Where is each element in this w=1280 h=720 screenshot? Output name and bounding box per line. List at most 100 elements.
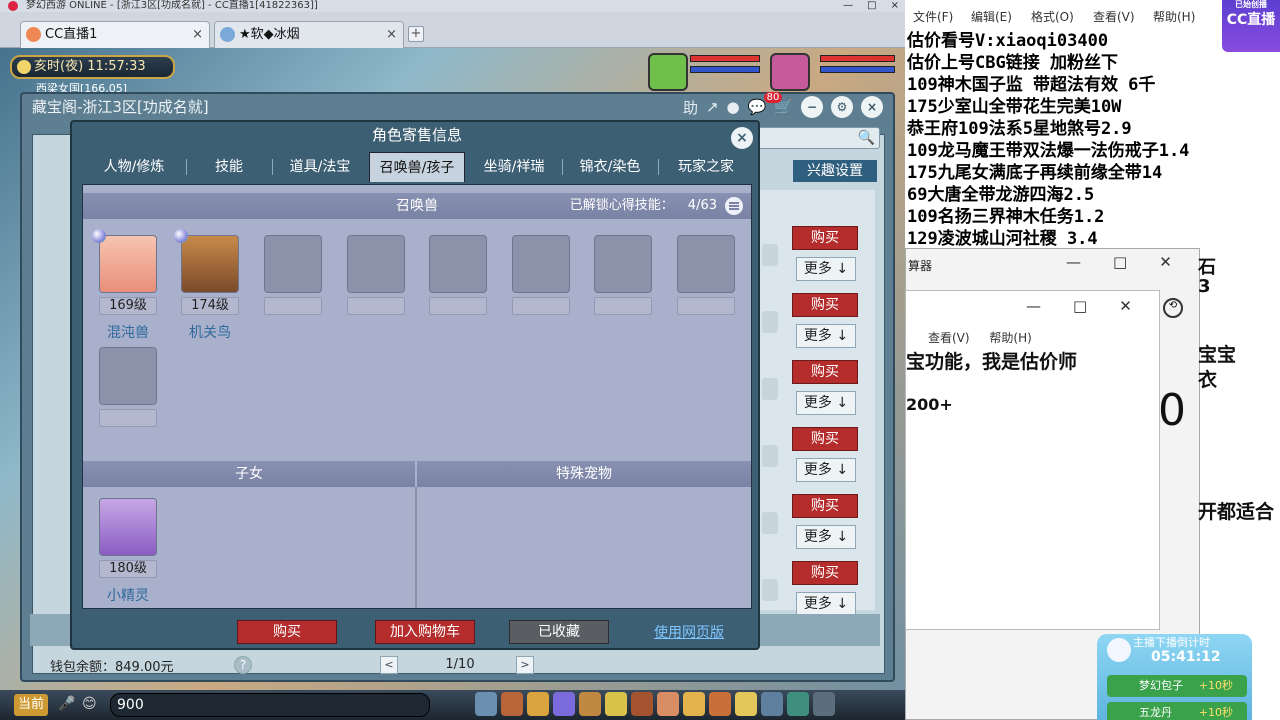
close-panel-button[interactable]: × xyxy=(861,96,883,118)
empty-pet-slot xyxy=(347,235,405,293)
message-icon[interactable]: 💬 80 xyxy=(748,92,783,116)
empty-pet-slot xyxy=(594,235,652,293)
browser-tabs: CC直播1 × ★软◆冰烟 × + xyxy=(0,12,905,48)
listing-icon xyxy=(762,244,778,266)
settings-gear-icon[interactable]: ⚙ xyxy=(831,96,853,118)
tab-summons[interactable]: 召唤兽/孩子 xyxy=(369,152,465,182)
quick-icon[interactable] xyxy=(657,692,679,716)
menu-icon[interactable] xyxy=(725,197,743,215)
quick-icon[interactable] xyxy=(501,692,523,716)
help-icon[interactable]: ? xyxy=(234,656,252,674)
microphone-icon[interactable]: 🎤 xyxy=(58,696,75,712)
child-slot-xiaojingling[interactable] xyxy=(99,498,157,556)
buy-button[interactable]: 购买 xyxy=(792,494,858,518)
buy-button[interactable]: 购买 xyxy=(792,360,858,384)
buy-button[interactable]: 购买 xyxy=(792,293,858,317)
maximize-icon[interactable]: □ xyxy=(1073,297,1087,315)
interest-settings-button[interactable]: 兴趣设置 xyxy=(792,159,878,183)
menu-format[interactable]: 格式(O) xyxy=(1031,8,1074,25)
more-button[interactable]: 更多 ↓ xyxy=(796,525,856,549)
more-button[interactable]: 更多 ↓ xyxy=(796,257,856,281)
quick-icon[interactable] xyxy=(553,692,575,716)
tab-account[interactable]: ★软◆冰烟 × xyxy=(214,21,404,48)
quick-icon[interactable] xyxy=(761,692,783,716)
pet-level: 174级 xyxy=(181,297,239,315)
current-channel-button[interactable]: 当前 xyxy=(14,694,48,716)
tab-items[interactable]: 道具/法宝 xyxy=(273,152,367,182)
child-name[interactable]: 小精灵 xyxy=(93,585,163,605)
pet-name[interactable]: 混沌兽 xyxy=(93,322,163,342)
note-line: 109龙马魔王带双法爆一法伤戒子1.4 xyxy=(907,141,1190,161)
record-icon[interactable]: ● xyxy=(727,98,740,116)
player-avatar[interactable] xyxy=(770,53,810,91)
minimize-icon[interactable]: — xyxy=(843,0,853,12)
buy-button[interactable]: 购买 xyxy=(792,561,858,585)
tab-cc-live[interactable]: CC直播1 × xyxy=(20,21,210,48)
tab-mounts[interactable]: 坐骑/祥瑞 xyxy=(467,152,561,182)
close-icon[interactable]: ✕ xyxy=(1159,253,1172,271)
quick-icon[interactable] xyxy=(527,692,549,716)
close-tab-icon[interactable]: × xyxy=(192,22,203,47)
emoji-icon[interactable]: 😊 xyxy=(82,696,97,712)
buy-button[interactable]: 购买 xyxy=(792,427,858,451)
buy-button[interactable]: 购买 xyxy=(792,226,858,250)
buy-button[interactable]: 购买 xyxy=(237,620,337,644)
maximize-icon[interactable]: □ xyxy=(867,0,876,12)
gift-row[interactable]: 五龙丹 +10秒 xyxy=(1107,702,1247,720)
quick-icon[interactable] xyxy=(709,692,731,716)
quick-icon[interactable] xyxy=(735,692,757,716)
new-tab-button[interactable]: + xyxy=(408,26,424,42)
account-tab-icon xyxy=(220,27,235,42)
close-icon[interactable]: × xyxy=(891,0,899,12)
pet-slot-jiguanniao[interactable] xyxy=(181,235,239,293)
tab-character[interactable]: 人物/修炼 xyxy=(82,152,186,182)
quick-icon[interactable] xyxy=(787,692,809,716)
maximize-icon[interactable]: □ xyxy=(1113,253,1127,271)
more-button[interactable]: 更多 ↓ xyxy=(796,592,856,616)
close-tab-icon[interactable]: × xyxy=(386,22,397,47)
dialog-footer: 购买 加入购物车 已收藏 使用网页版 xyxy=(72,618,762,652)
search-icon[interactable]: 🔍 xyxy=(858,130,875,146)
more-button[interactable]: 更多 ↓ xyxy=(796,458,856,482)
quick-icon[interactable] xyxy=(683,692,705,716)
history-icon[interactable]: ⟲ xyxy=(1163,298,1183,318)
more-button[interactable]: 更多 ↓ xyxy=(796,391,856,415)
more-button[interactable]: 更多 ↓ xyxy=(796,324,856,348)
gift-row[interactable]: 梦幻包子 +10秒 xyxy=(1107,675,1247,697)
tab-outfits[interactable]: 锦衣/染色 xyxy=(563,152,657,182)
pet-name[interactable]: 机关鸟 xyxy=(175,322,245,342)
menu-help[interactable]: 帮助(H) xyxy=(1153,8,1195,25)
pet-hp-bar xyxy=(690,55,760,62)
note-line: 109名扬三界神木任务1.2 xyxy=(907,207,1105,227)
calculator-menu: 查看(V) 帮助(H) xyxy=(906,329,1032,346)
menu-edit[interactable]: 编辑(E) xyxy=(971,8,1012,25)
prev-page-button[interactable]: < xyxy=(380,656,398,674)
menu-view[interactable]: 查看(V) xyxy=(1093,8,1135,25)
background-text: 3 xyxy=(1198,276,1211,297)
pet-slot-hundun[interactable] xyxy=(99,235,157,293)
menu-view[interactable]: 查看(V) xyxy=(928,331,970,345)
help-button[interactable]: 助 xyxy=(683,97,698,118)
quick-icon[interactable] xyxy=(605,692,627,716)
quick-icon[interactable] xyxy=(631,692,653,716)
tab-skills[interactable]: 技能 xyxy=(187,152,271,182)
pet-avatar[interactable] xyxy=(648,53,688,91)
quick-icon[interactable] xyxy=(579,692,601,716)
tab-player-home[interactable]: 玩家之家 xyxy=(659,152,753,182)
menu-help[interactable]: 帮助(H) xyxy=(989,331,1031,345)
chat-input[interactable]: 900 xyxy=(110,693,430,717)
quick-icon[interactable] xyxy=(813,692,835,716)
menu-file[interactable]: 文件(F) xyxy=(913,8,953,25)
add-to-cart-button[interactable]: 加入购物车 xyxy=(375,620,475,644)
minimize-icon[interactable]: — xyxy=(1066,253,1081,271)
dialog-close-button[interactable]: × xyxy=(731,127,753,149)
notepad-text-area[interactable]: 估价看号V:xiaoqi03400 估价上号CBG链接 加粉丝下 109神木国子… xyxy=(907,30,1280,250)
favorited-button[interactable]: 已收藏 xyxy=(509,620,609,644)
share-icon[interactable]: ↗ xyxy=(706,98,719,116)
minimize-panel-button[interactable]: − xyxy=(801,96,823,118)
minimize-icon[interactable]: — xyxy=(1026,297,1041,315)
quick-icon[interactable] xyxy=(475,692,497,716)
use-web-version-link[interactable]: 使用网页版 xyxy=(654,622,724,642)
next-page-button[interactable]: > xyxy=(516,656,534,674)
close-icon[interactable]: ✕ xyxy=(1119,297,1132,315)
